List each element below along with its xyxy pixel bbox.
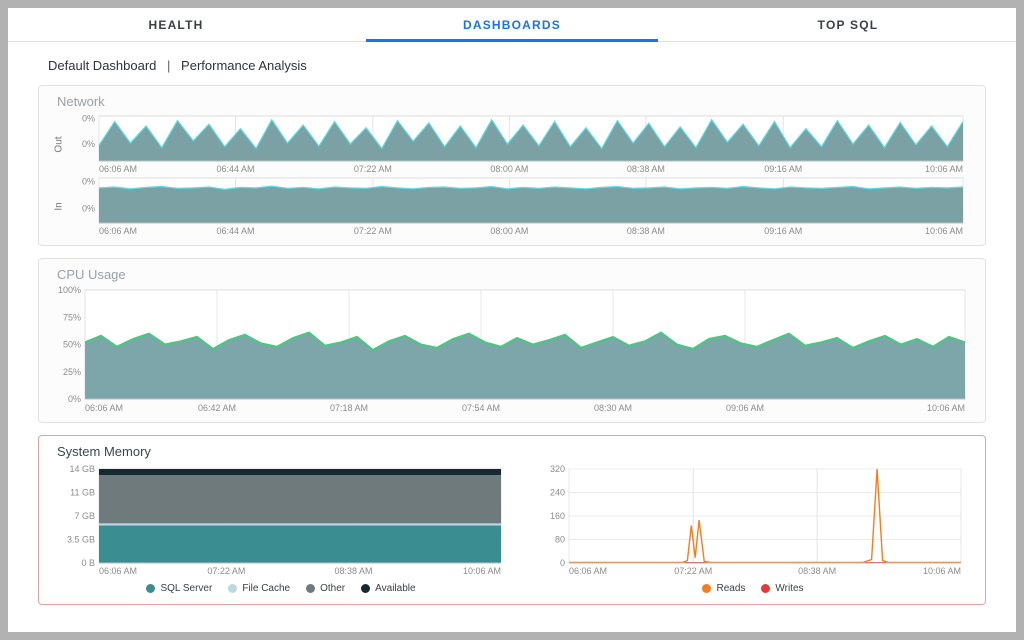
svg-text:0%: 0% (82, 204, 95, 214)
disk-io-column: 06:06 AM 07:22 AM 08:38 AM 10:06 AM 320 240 16… (539, 465, 967, 594)
legend-label: Writes (775, 583, 803, 594)
writes-dot-icon (761, 584, 770, 593)
svg-text:10:06 AM: 10:06 AM (463, 566, 501, 576)
svg-text:75%: 75% (63, 312, 81, 322)
available-dot-icon (361, 584, 370, 593)
legend-item-writes[interactable]: Writes (761, 583, 803, 594)
svg-text:09:06 AM: 09:06 AM (726, 403, 764, 413)
legend-label: SQL Server (160, 583, 212, 594)
svg-text:06:44 AM: 06:44 AM (216, 226, 254, 236)
legend-item-reads[interactable]: Reads (702, 583, 745, 594)
svg-text:0: 0 (560, 558, 565, 568)
svg-text:08:38 AM: 08:38 AM (798, 566, 836, 576)
file-cache-dot-icon (228, 584, 237, 593)
svg-text:100%: 100% (58, 286, 81, 295)
svg-text:08:38 AM: 08:38 AM (334, 566, 372, 576)
svg-text:07:22 AM: 07:22 AM (207, 566, 245, 576)
svg-text:08:00 AM: 08:00 AM (490, 226, 528, 236)
svg-text:06:06 AM: 06:06 AM (99, 566, 137, 576)
network-out-chart: 06:06 AM 06:44 AM 07:22 AM 08:00 AM 08:38 AM… (69, 113, 967, 175)
svg-text:240: 240 (550, 488, 565, 498)
cpu-panel: CPU Usage 06:06 AM 06:42 AM 07:18 AM 07:54 … (38, 258, 986, 423)
svg-text:50%: 50% (63, 340, 81, 350)
svg-text:11 GB: 11 GB (70, 488, 95, 498)
svg-text:06:06 AM: 06:06 AM (99, 226, 137, 236)
cpu-row: 06:06 AM 06:42 AM 07:18 AM 07:54 AM 08:30 AM… (49, 286, 975, 414)
svg-text:160: 160 (550, 511, 565, 521)
svg-text:10:06 AM: 10:06 AM (925, 164, 963, 174)
memory-charts-row: 06:06 AM 07:22 AM 08:38 AM 10:06 AM 14 GB 11 … (49, 463, 975, 594)
legend-item-available[interactable]: Available (361, 583, 415, 594)
svg-text:08:00 AM: 08:00 AM (490, 164, 528, 174)
svg-text:09:16 AM: 09:16 AM (764, 164, 802, 174)
system-memory-panel-title: System Memory (57, 444, 975, 459)
cpu-panel-title: CPU Usage (57, 267, 975, 282)
svg-text:06:06 AM: 06:06 AM (85, 403, 123, 413)
tab-bar: HEALTH DASHBOARDS TOP SQL (8, 8, 1016, 42)
svg-text:320: 320 (550, 465, 565, 474)
breadcrumb: Default Dashboard | Performance Analysis (8, 42, 1016, 85)
svg-text:10:06 AM: 10:06 AM (925, 226, 963, 236)
breadcrumb-page: Performance Analysis (181, 58, 307, 73)
breadcrumb-dashboard[interactable]: Default Dashboard (48, 58, 156, 73)
network-in-row: In 06:06 AM 06:44 AM 07:22 AM 08:00 AM 08:38… (49, 175, 975, 237)
reads-dot-icon (702, 584, 711, 593)
app-window: HEALTH DASHBOARDS TOP SQL Default Dashbo… (8, 8, 1016, 632)
sql-server-dot-icon (146, 584, 155, 593)
memory-usage-legend: SQL Server File Cache Other Available (146, 583, 415, 594)
network-panel-title: Network (57, 94, 975, 109)
reads-writes-chart: 06:06 AM 07:22 AM 08:38 AM 10:06 AM 320 240 16… (539, 465, 967, 577)
network-in-chart: 06:06 AM 06:44 AM 07:22 AM 08:00 AM 08:38 AM… (69, 175, 967, 237)
svg-text:7 GB: 7 GB (74, 511, 95, 521)
legend-item-sql-server[interactable]: SQL Server (146, 583, 212, 594)
tab-top-sql-label: TOP SQL (818, 18, 879, 32)
reads-writes-legend: Reads Writes (702, 583, 803, 594)
svg-text:80: 80 (555, 535, 565, 545)
svg-text:0%: 0% (82, 177, 95, 187)
breadcrumb-separator: | (167, 58, 170, 73)
other-dot-icon (306, 584, 315, 593)
svg-text:07:54 AM: 07:54 AM (462, 403, 500, 413)
tab-health[interactable]: HEALTH (8, 8, 344, 41)
svg-text:08:38 AM: 08:38 AM (627, 164, 665, 174)
legend-label: Reads (716, 583, 745, 594)
tab-top-sql[interactable]: TOP SQL (680, 8, 1016, 41)
svg-text:10:06 AM: 10:06 AM (927, 403, 965, 413)
svg-text:06:42 AM: 06:42 AM (198, 403, 236, 413)
memory-usage-chart: 06:06 AM 07:22 AM 08:38 AM 10:06 AM 14 GB 11 … (57, 465, 505, 577)
network-out-row: Out 06:06 AM 06:44 AM 07:22 AM 08:00 AM 08:3… (49, 113, 975, 175)
legend-item-file-cache[interactable]: File Cache (228, 583, 290, 594)
svg-text:07:22 AM: 07:22 AM (354, 226, 392, 236)
svg-text:07:22 AM: 07:22 AM (674, 566, 712, 576)
svg-text:06:06 AM: 06:06 AM (569, 566, 607, 576)
svg-text:0%: 0% (68, 394, 81, 404)
tab-dashboards-label: DASHBOARDS (463, 18, 561, 32)
legend-item-other[interactable]: Other (306, 583, 345, 594)
network-in-axis-label: In (49, 201, 69, 212)
svg-text:0 B: 0 B (81, 558, 95, 568)
svg-text:0%: 0% (82, 139, 95, 149)
svg-text:08:30 AM: 08:30 AM (594, 403, 632, 413)
svg-text:07:18 AM: 07:18 AM (330, 403, 368, 413)
svg-text:0%: 0% (82, 113, 95, 123)
tab-dashboards[interactable]: DASHBOARDS (344, 8, 680, 41)
network-panel: Network Out 06:06 AM 06:44 AM 07:22 AM 08:0… (38, 85, 986, 246)
legend-label: Other (320, 583, 345, 594)
network-out-axis-label: Out (49, 139, 69, 150)
svg-text:25%: 25% (63, 367, 81, 377)
svg-text:10:06 AM: 10:06 AM (923, 566, 961, 576)
legend-label: Available (375, 583, 415, 594)
svg-text:08:38 AM: 08:38 AM (627, 226, 665, 236)
svg-text:06:06 AM: 06:06 AM (99, 164, 137, 174)
svg-text:09:16 AM: 09:16 AM (764, 226, 802, 236)
svg-text:06:44 AM: 06:44 AM (216, 164, 254, 174)
system-memory-panel: System Memory 06:06 AM 07:22 AM 08:38 AM 10… (38, 435, 986, 605)
cpu-usage-chart: 06:06 AM 06:42 AM 07:18 AM 07:54 AM 08:30 AM… (49, 286, 969, 414)
tab-health-label: HEALTH (149, 18, 204, 32)
svg-text:3.5 GB: 3.5 GB (67, 535, 95, 545)
svg-text:14 GB: 14 GB (69, 465, 95, 474)
memory-usage-column: 06:06 AM 07:22 AM 08:38 AM 10:06 AM 14 GB 11 … (57, 465, 505, 594)
svg-text:07:22 AM: 07:22 AM (354, 164, 392, 174)
legend-label: File Cache (242, 583, 290, 594)
